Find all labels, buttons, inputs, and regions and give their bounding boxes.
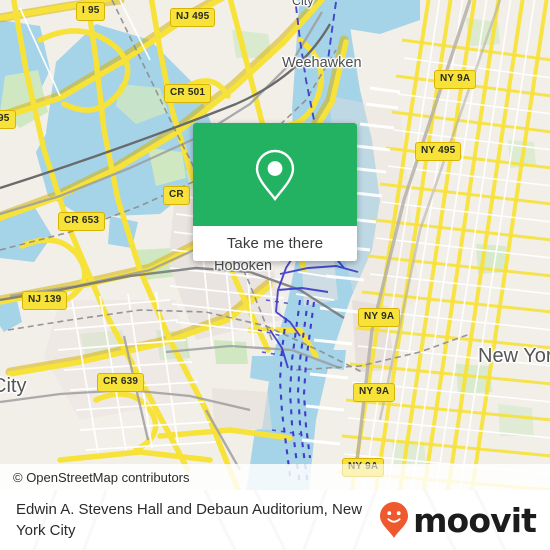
map-pin-icon xyxy=(255,149,295,201)
place-label: Weehawken xyxy=(282,55,362,71)
take-me-there-card[interactable]: Take me there xyxy=(193,123,357,261)
take-me-there-button[interactable]: Take me there xyxy=(193,226,357,261)
road-shield: I 95 xyxy=(76,2,106,21)
road-shield: CR 639 xyxy=(97,373,145,392)
road-shield: CR 501 xyxy=(164,84,212,103)
place-label: City xyxy=(292,0,314,8)
road-shield: NY 495 xyxy=(415,142,462,161)
road-shield: CR xyxy=(163,186,190,205)
road-shield: CR 653 xyxy=(58,212,106,231)
moovit-map-page: I 95 NJ 495 CR 501 NY 9A NY 495 95 CR CR 653 NJ … xyxy=(0,0,550,550)
moovit-wordmark: moovit xyxy=(413,500,537,540)
place-label: New York xyxy=(478,345,550,367)
place-label: City xyxy=(0,375,27,397)
road-shield: 95 xyxy=(0,110,16,129)
moovit-smiley-pin-icon xyxy=(380,502,409,538)
card-header xyxy=(193,123,357,226)
bottom-info-bar: Edwin A. Stevens Hall and Debaun Auditor… xyxy=(0,490,550,550)
take-me-there-label: Take me there xyxy=(226,235,324,252)
attribution-text: © OpenStreetMap contributors xyxy=(13,469,190,485)
road-shield: NY 9A xyxy=(353,383,396,402)
road-shield: NY 9A xyxy=(358,308,401,327)
road-shield: NY 9A xyxy=(434,70,477,89)
location-title: Edwin A. Stevens Hall and Debaun Auditor… xyxy=(16,501,363,539)
map-attribution: © OpenStreetMap contributors xyxy=(0,464,550,490)
road-shield: NJ 139 xyxy=(22,291,68,310)
road-shield: NJ 495 xyxy=(170,8,216,27)
moovit-logo[interactable]: moovit xyxy=(379,500,537,540)
